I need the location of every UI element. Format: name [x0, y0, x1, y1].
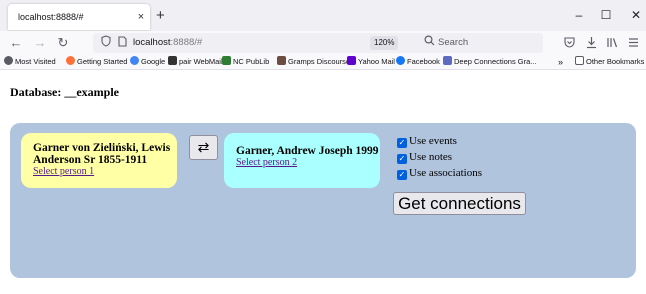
other-bookmarks[interactable]: Other Bookmarks: [575, 56, 644, 68]
connections-panel: Garner von Zieliński, Lewis Anderson Sr …: [10, 123, 636, 278]
bookmark-item[interactable]: Getting Started: [66, 56, 127, 68]
library-icon[interactable]: [606, 36, 619, 49]
use-notes-option[interactable]: ✓ Use notes: [397, 151, 452, 164]
use-events-option[interactable]: ✓ Use events: [397, 135, 457, 148]
bookmark-label: Yahoo Mail: [358, 57, 395, 66]
facebook-icon: [396, 56, 405, 65]
bookmark-item[interactable]: Facebook: [396, 56, 440, 68]
url-text[interactable]: localhost:8888/#: [133, 37, 202, 48]
bookmark-item[interactable]: Gramps Discourse: [277, 56, 350, 68]
bookmark-item[interactable]: NC PubLib: [222, 56, 269, 68]
zoom-level[interactable]: 120%: [370, 36, 399, 50]
bookmark-label: pair WebMail: [179, 57, 223, 66]
bookmark-label: Gramps Discourse: [288, 57, 351, 66]
pair-icon: [168, 56, 177, 65]
close-window-icon[interactable]: ✕: [626, 6, 646, 24]
bookmarks-overflow-button[interactable]: »: [558, 56, 563, 68]
bookmark-label: Facebook: [407, 57, 440, 66]
bookmark-item[interactable]: Yahoo Mail: [347, 56, 395, 68]
bookmark-label: Deep Connections Gra...: [454, 57, 537, 66]
folder-icon: [575, 56, 584, 65]
nc-icon: [222, 56, 231, 65]
yahoo-icon: [347, 56, 356, 65]
navigation-bar: ← → ↻ localhost:8888/# 120% ☆ Search: [0, 31, 646, 55]
shield-icon[interactable]: [101, 35, 111, 47]
gramps-icon: [277, 56, 286, 65]
gear-icon: [4, 56, 13, 65]
minimize-icon[interactable]: –: [569, 6, 589, 24]
bookmarks-toolbar: Most Visited Getting Started Google pair…: [0, 55, 646, 70]
bookmark-item[interactable]: Deep Connections Gra...: [443, 56, 537, 68]
new-tab-button[interactable]: +: [156, 7, 165, 25]
database-label: Database: __example: [10, 85, 119, 99]
download-icon[interactable]: [585, 36, 598, 49]
get-connections-button[interactable]: Get connections: [393, 192, 526, 215]
select-person-2-link[interactable]: Select person 2: [236, 157, 297, 168]
forward-icon[interactable]: →: [32, 34, 48, 52]
maximize-icon[interactable]: ☐: [596, 6, 616, 24]
swap-persons-button[interactable]: ⇄: [189, 135, 218, 160]
use-notes-checkbox[interactable]: ✓: [397, 154, 407, 164]
url-host: localhost: [133, 37, 171, 48]
person-2-name: Garner, Andrew Joseph 1999: [236, 145, 379, 157]
url-path: :8888/#: [170, 37, 203, 48]
use-associations-checkbox[interactable]: ✓: [397, 170, 407, 180]
use-associations-option[interactable]: ✓ Use associations: [397, 167, 482, 180]
google-icon: [130, 56, 139, 65]
person-1-card: Garner von Zieliński, Lewis Anderson Sr …: [21, 133, 177, 188]
search-input[interactable]: Search: [438, 37, 468, 48]
browser-tab[interactable]: localhost:8888/# ×: [8, 4, 150, 30]
person-1-name: Garner von Zieliński, Lewis Anderson Sr …: [33, 142, 171, 166]
back-icon[interactable]: ←: [8, 34, 24, 52]
use-events-label: Use events: [409, 135, 457, 147]
search-icon: [424, 35, 435, 46]
bookmark-label: Google: [141, 57, 166, 66]
select-person-1-link[interactable]: Select person 1: [33, 166, 94, 177]
tab-title: localhost:8888/#: [18, 12, 84, 22]
use-associations-label: Use associations: [409, 167, 483, 179]
use-events-checkbox[interactable]: ✓: [397, 138, 407, 148]
bookmark-item[interactable]: Google: [130, 56, 165, 68]
bookmark-item[interactable]: pair WebMail: [168, 56, 223, 68]
deep-connections-icon: [443, 56, 452, 65]
tab-bar: localhost:8888/# × + – ☐ ✕: [0, 0, 646, 31]
menu-icon[interactable]: [627, 36, 640, 49]
use-notes-label: Use notes: [409, 151, 453, 163]
search-bar[interactable]: Search: [416, 33, 543, 53]
bookmark-item[interactable]: Most Visited: [4, 56, 56, 68]
reload-icon[interactable]: ↻: [55, 34, 71, 52]
bookmark-label: NC PubLib: [233, 57, 270, 66]
firefox-icon: [66, 56, 75, 65]
pocket-icon[interactable]: [563, 36, 576, 49]
bookmark-label: Most Visited: [15, 57, 56, 66]
person-2-card: Garner, Andrew Joseph 1999 Select person…: [224, 133, 380, 188]
url-bar[interactable]: localhost:8888/# 120% ☆: [93, 33, 436, 53]
other-bookmarks-label: Other Bookmarks: [586, 57, 645, 66]
page-icon[interactable]: [118, 36, 127, 47]
close-tab-icon[interactable]: ×: [132, 11, 150, 23]
bookmark-label: Getting Started: [77, 57, 128, 66]
